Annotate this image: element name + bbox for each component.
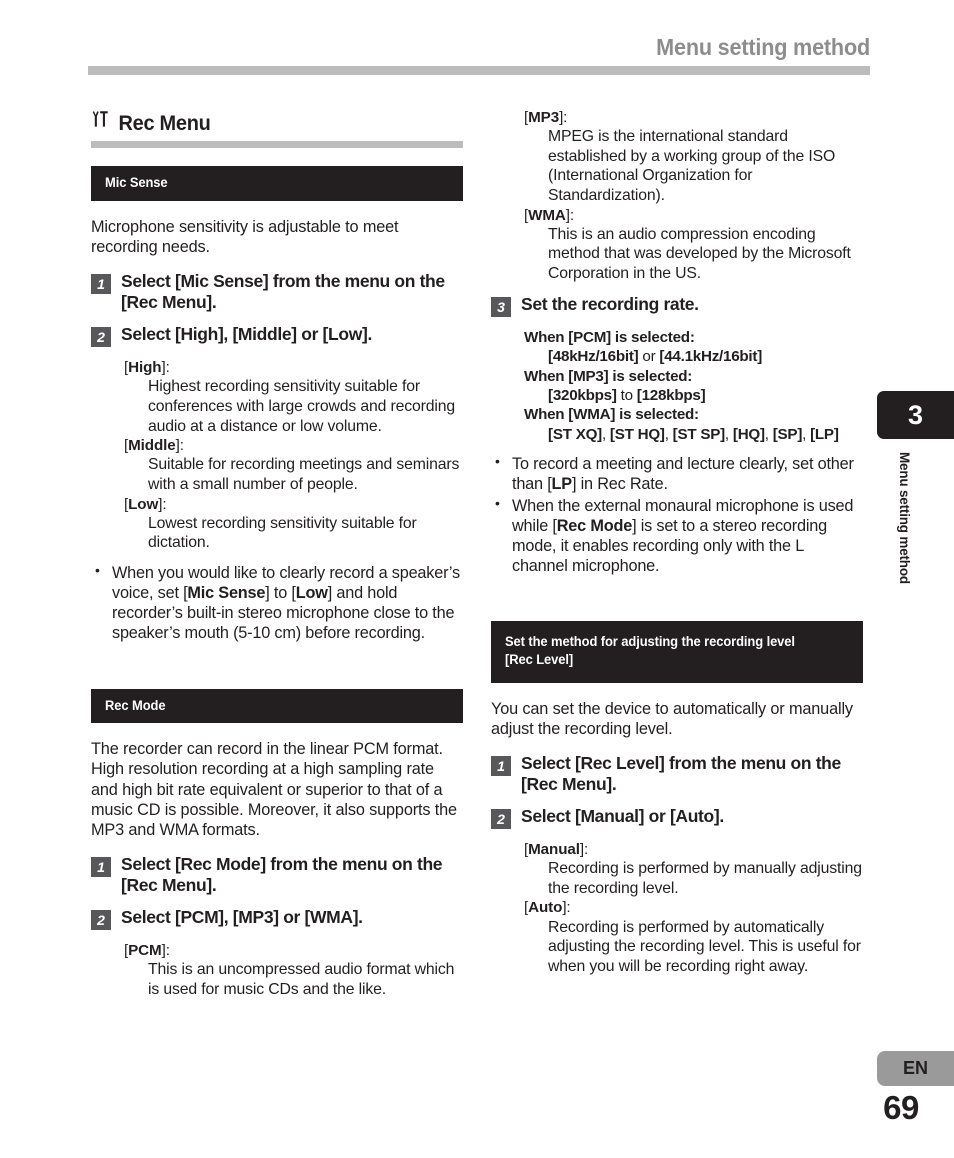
definition-body: Highest recording sensitivity suitable f… [148,378,456,435]
step-number-badge: 1 [491,755,511,776]
rec-level-bar: Set the method for adjusting the recordi… [491,621,863,683]
rec-mode-step-1: 1 Select [Rec Mode] from the menu on the… [91,854,463,896]
definition-term: [MP3]: [524,109,568,126]
definition-body: This is an audio compression encoding me… [548,225,851,283]
rec-level-intro: You can set the device to automatically … [491,699,853,738]
step-number-badge: 1 [91,274,111,295]
header-rule [88,66,870,75]
rate-group-when: When [MP3] is selected: [524,367,693,385]
rate-group-when: When [PCM] is selected: [524,328,695,346]
definition-term: [Manual]: [524,840,589,858]
step-text: Select [High], [Middle] or [Low]. [121,324,372,345]
definition-body: Recording is performed by automatically … [548,918,861,975]
definition-term: [Auto]: [524,899,571,917]
step-number-badge: 2 [91,327,111,348]
step-number-badge: 2 [91,909,111,930]
rate-group-values: [ST XQ], [ST HQ], [ST SP], [HQ], [SP], [… [548,425,839,443]
page-title: Menu setting method [656,34,870,60]
definition-body: Lowest recording sensitivity suitable fo… [148,514,417,552]
left-column: Rec Menu Mic Sense Microphone sensitivit… [91,108,463,999]
rec-mode-step-3: 3 Set the recording rate. [491,294,863,317]
mic-sense-bar-label: Mic Sense [105,175,168,190]
definition-body: MPEG is the international standard estab… [548,128,836,205]
step-number-badge: 1 [91,856,111,877]
rec-menu-section-heading: Rec Menu [91,108,463,148]
step-text: Select [PCM], [MP3] or [WMA]. [121,906,363,927]
rec-mode-bar: Rec Mode [91,688,463,724]
step-text: Set the recording rate. [521,293,699,314]
chapter-tab: 3 [877,391,954,439]
rec-mode-bar-label: Rec Mode [105,697,166,713]
definition-term: [High]: [124,359,170,377]
rec-level-bar-label-line2: [Rec Level] [505,651,574,667]
language-label: EN [902,1058,928,1078]
rate-group-when: When [WMA] is selected: [524,406,699,424]
note-item: When the external monaural microphone is… [491,495,863,577]
mic-sense-step-1: 1 Select [Mic Sense] from the menu on th… [91,271,463,313]
rec-level-step-2: 2 Select [Manual] or [Auto]. [491,806,863,829]
rec-mode-notes: To record a meeting and lecture clearly,… [491,453,863,577]
mic-sense-step-2: 2 Select [High], [Middle] or [Low]. [91,324,463,348]
rec-mode-step-2: 2 Select [PCM], [MP3] or [WMA]. [91,907,463,930]
language-badge: EN [877,1051,954,1086]
rate-group-values: [48kHz/16bit] or [44.1kHz/16bit] [548,348,763,366]
note-item: To record a meeting and lecture clearly,… [491,453,863,494]
tools-icon [91,110,112,132]
step-text: Select [Rec Mode] from the menu on the [… [121,853,443,895]
mic-sense-notes: When you would like to clearly record a … [91,562,463,644]
page-header: Menu setting method [88,34,870,75]
step-text: Select [Rec Level] from the menu on the … [521,752,841,794]
rec-level-step-1: 1 Select [Rec Level] from the menu on th… [491,753,863,795]
definition-term: [WMA]: [524,206,575,224]
rec-level-bar-label-line1: Set the method for adjusting the recordi… [505,634,795,650]
rec-mode-intro: The recorder can record in the linear PC… [91,740,457,839]
rate-group-values: [320kbps] to [128kbps] [548,387,706,404]
mic-sense-bar: Mic Sense [91,166,463,201]
definition-term: [Middle]: [124,437,184,455]
rec-menu-title: Rec Menu [118,112,211,135]
definition-term: [PCM]: [124,941,170,959]
right-column: [MP3]: MPEG is the international standar… [491,108,863,976]
step-text: Select [Manual] or [Auto]. [521,805,724,826]
step-number-badge: 2 [491,808,511,829]
definition-body: Suitable for recording meetings and semi… [148,456,460,493]
definition-body: Recording is performed by manually adjus… [548,860,862,897]
definition-body: This is an uncompressed audio format whi… [148,961,455,998]
step-text: Select [Mic Sense] from the menu on the … [121,271,445,313]
chapter-vertical-label: Menu setting method [897,452,912,584]
section-title-rule [91,141,463,148]
mic-sense-intro: Microphone sensitivity is adjustable to … [91,217,399,256]
chapter-number: 3 [907,399,924,430]
definition-term: [Low]: [124,495,167,513]
step-number-badge: 3 [491,296,511,317]
note-item: When you would like to clearly record a … [91,562,463,644]
page-number: 69 [883,1089,919,1126]
